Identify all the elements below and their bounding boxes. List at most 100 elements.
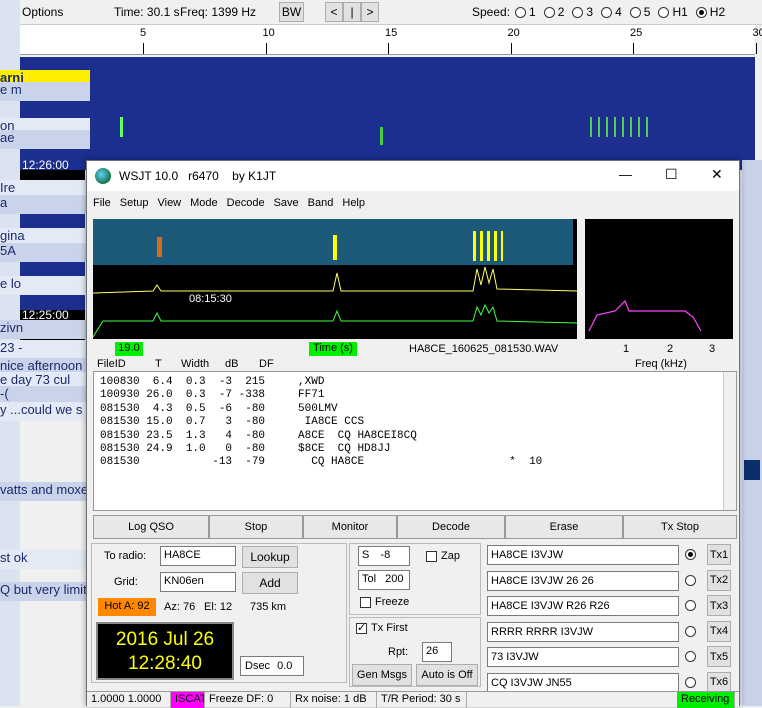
status-bar: 1.0000 1.0000 ISCAT Freeze DF: 0 Rx nois… bbox=[87, 691, 739, 707]
waterfall-signal bbox=[473, 231, 503, 261]
speed-radio-H1[interactable]: H1 bbox=[658, 5, 687, 19]
menu-help[interactable]: Help bbox=[342, 197, 365, 209]
s-spinbox[interactable]: S -8 bbox=[358, 546, 410, 566]
tx-select-radio[interactable] bbox=[685, 626, 696, 637]
decode-line[interactable]: 081530 4.3 0.5 -6 -80 500LMV bbox=[100, 403, 730, 416]
lookup-button[interactable]: Lookup bbox=[242, 546, 298, 568]
menu-decode[interactable]: Decode bbox=[227, 197, 265, 209]
erase-button[interactable]: Erase bbox=[505, 515, 623, 539]
tol-spinbox[interactable]: Tol 200 bbox=[358, 570, 410, 590]
bw-button[interactable]: BW bbox=[279, 2, 304, 22]
tx-select-radio[interactable] bbox=[685, 600, 696, 611]
left-chat-rows: arnie monaeIreagina5Ae lozivn23 -nice af… bbox=[0, 40, 90, 680]
menu-view[interactable]: View bbox=[157, 197, 181, 209]
options-menu[interactable]: Options bbox=[22, 5, 63, 19]
chat-row: y ...could we s bbox=[0, 402, 90, 421]
speed-label: Speed: bbox=[472, 5, 510, 19]
decode-line[interactable]: 081530 24.9 1.0 0 -80 $8CE CQ HD8JJ bbox=[100, 443, 730, 456]
rpt-label: Rpt: bbox=[388, 646, 408, 658]
ruler-tick-label: 15 bbox=[385, 27, 397, 39]
menu-save[interactable]: Save bbox=[274, 197, 299, 209]
to-radio-input[interactable]: HA8CE bbox=[160, 546, 236, 566]
decode-line[interactable]: 081530 15.0 0.7 3 -80 IA8CE CCS bbox=[100, 416, 730, 429]
tx-message-input[interactable]: HA8CE I3VJW bbox=[487, 545, 679, 565]
utc-clock: 2016 Jul 26 12:28:40 bbox=[96, 622, 234, 680]
speed-radio-1[interactable]: 1 bbox=[515, 5, 536, 19]
tx-message-input[interactable]: CQ I3VJW JN55 bbox=[487, 673, 679, 693]
maximize-icon[interactable]: ☐ bbox=[665, 166, 678, 183]
tol-label: Tol bbox=[362, 573, 376, 585]
waterfall-marker bbox=[157, 237, 162, 257]
add-button[interactable]: Add bbox=[242, 572, 298, 594]
grid-input[interactable]: KN06en bbox=[160, 572, 236, 592]
tx-first-checkbox[interactable]: Tx First bbox=[356, 622, 408, 634]
speed-radio-3[interactable]: 3 bbox=[572, 5, 593, 19]
mid-button[interactable]: | bbox=[343, 2, 361, 22]
ruler-tick-label: 5 bbox=[140, 27, 146, 39]
tx-button-1[interactable]: Tx1 bbox=[707, 544, 731, 565]
speed-radios: 12 345 H1 H2 bbox=[515, 5, 733, 19]
radio-icon bbox=[572, 7, 583, 18]
tx-button-3[interactable]: Tx3 bbox=[707, 595, 731, 616]
decode-line[interactable]: 100930 26.0 0.3 -7 -338 FF71 bbox=[100, 389, 730, 402]
clock-date: 2016 Jul 26 bbox=[98, 628, 232, 652]
prev-button[interactable]: < bbox=[325, 2, 343, 22]
rpt-input[interactable]: 26 bbox=[422, 642, 452, 662]
decode-line[interactable]: 081530 -13 -79 CQ HA8CE * 10 bbox=[100, 456, 730, 469]
speed-radio-2[interactable]: 2 bbox=[544, 5, 565, 19]
tx-button-5[interactable]: Tx5 bbox=[707, 646, 731, 667]
ruler-tick-mark bbox=[388, 43, 389, 54]
tx-select-radio[interactable] bbox=[685, 549, 696, 560]
tx-select-radio[interactable] bbox=[685, 677, 696, 688]
tx-message-input[interactable]: RRRR RRRR I3VJW bbox=[487, 622, 679, 642]
freq-tick: 1 bbox=[623, 343, 629, 355]
zap-checkbox[interactable]: Zap bbox=[426, 550, 460, 562]
stop-button[interactable]: Stop bbox=[209, 515, 303, 539]
auto-button[interactable]: Auto is Off bbox=[416, 664, 478, 686]
tx-select-radio[interactable] bbox=[685, 575, 696, 586]
ruler-tick-label: 10 bbox=[263, 27, 275, 39]
tx-button-6[interactable]: Tx6 bbox=[707, 672, 731, 693]
next-button[interactable]: > bbox=[361, 2, 379, 22]
decode-line[interactable]: 100830 6.4 0.3 -3 215 ,XWD bbox=[100, 376, 730, 389]
waterfall bbox=[93, 219, 573, 265]
col-width: Width bbox=[181, 358, 209, 370]
monitor-button[interactable]: Monitor bbox=[303, 515, 397, 539]
elevation: El: 12 bbox=[204, 601, 232, 613]
speed-radio-label: H2 bbox=[710, 5, 725, 19]
speed-radio-4[interactable]: 4 bbox=[601, 5, 622, 19]
menu-file[interactable]: File bbox=[93, 197, 111, 209]
window-title: WSJT 10.0 r6470 by K1JT bbox=[119, 169, 276, 183]
decode-button[interactable]: Decode bbox=[397, 515, 505, 539]
log-qso-button[interactable]: Log QSO bbox=[93, 515, 209, 539]
speed-radio-label: 3 bbox=[586, 5, 593, 19]
bg-signal-trace bbox=[590, 117, 650, 137]
tx-stop-button[interactable]: Tx Stop bbox=[623, 515, 737, 539]
menu-band[interactable]: Band bbox=[308, 197, 334, 209]
decoded-text-box[interactable]: 100830 6.4 0.3 -3 215 ,XWD100930 26.0 0.… bbox=[93, 371, 737, 511]
freq-axis-label: Freq (kHz) bbox=[635, 358, 687, 370]
menu-setup[interactable]: Setup bbox=[120, 197, 149, 209]
tx-message-input[interactable]: HA8CE I3VJW 26 26 bbox=[487, 571, 679, 591]
tx-settings-panel: Tx First Rpt: 26 Gen Msgs Auto is Off bbox=[349, 617, 481, 687]
decode-line[interactable]: 081530 23.5 1.3 4 -80 A8CE CQ HA8CEI8CQ bbox=[100, 430, 730, 443]
col-db: dB bbox=[225, 358, 238, 370]
tx-select-radio[interactable] bbox=[685, 651, 696, 662]
close-icon[interactable]: ✕ bbox=[711, 166, 723, 183]
dsec-field[interactable]: Dsec 0.0 bbox=[240, 656, 304, 676]
menu-mode[interactable]: Mode bbox=[190, 197, 218, 209]
tx-message-input[interactable]: HA8CE I3VJW R26 R26 bbox=[487, 596, 679, 616]
tx-button-2[interactable]: Tx2 bbox=[707, 570, 731, 591]
minimize-icon[interactable]: — bbox=[619, 167, 632, 182]
decode-scrollbar[interactable] bbox=[723, 372, 736, 510]
speed-radio-H2[interactable]: H2 bbox=[696, 5, 725, 19]
gen-msgs-button[interactable]: Gen Msgs bbox=[352, 664, 412, 686]
speed-radio-5[interactable]: 5 bbox=[630, 5, 651, 19]
s-value: -8 bbox=[380, 549, 390, 561]
freeze-checkbox[interactable]: Freeze bbox=[360, 596, 409, 608]
spectrogram-panel: 08:15:30 bbox=[93, 219, 577, 339]
radio-icon bbox=[630, 7, 641, 18]
chat-row: 23 - bbox=[0, 340, 90, 359]
tx-button-4[interactable]: Tx4 bbox=[707, 621, 731, 642]
tx-message-input[interactable]: 73 I3VJW bbox=[487, 647, 679, 667]
